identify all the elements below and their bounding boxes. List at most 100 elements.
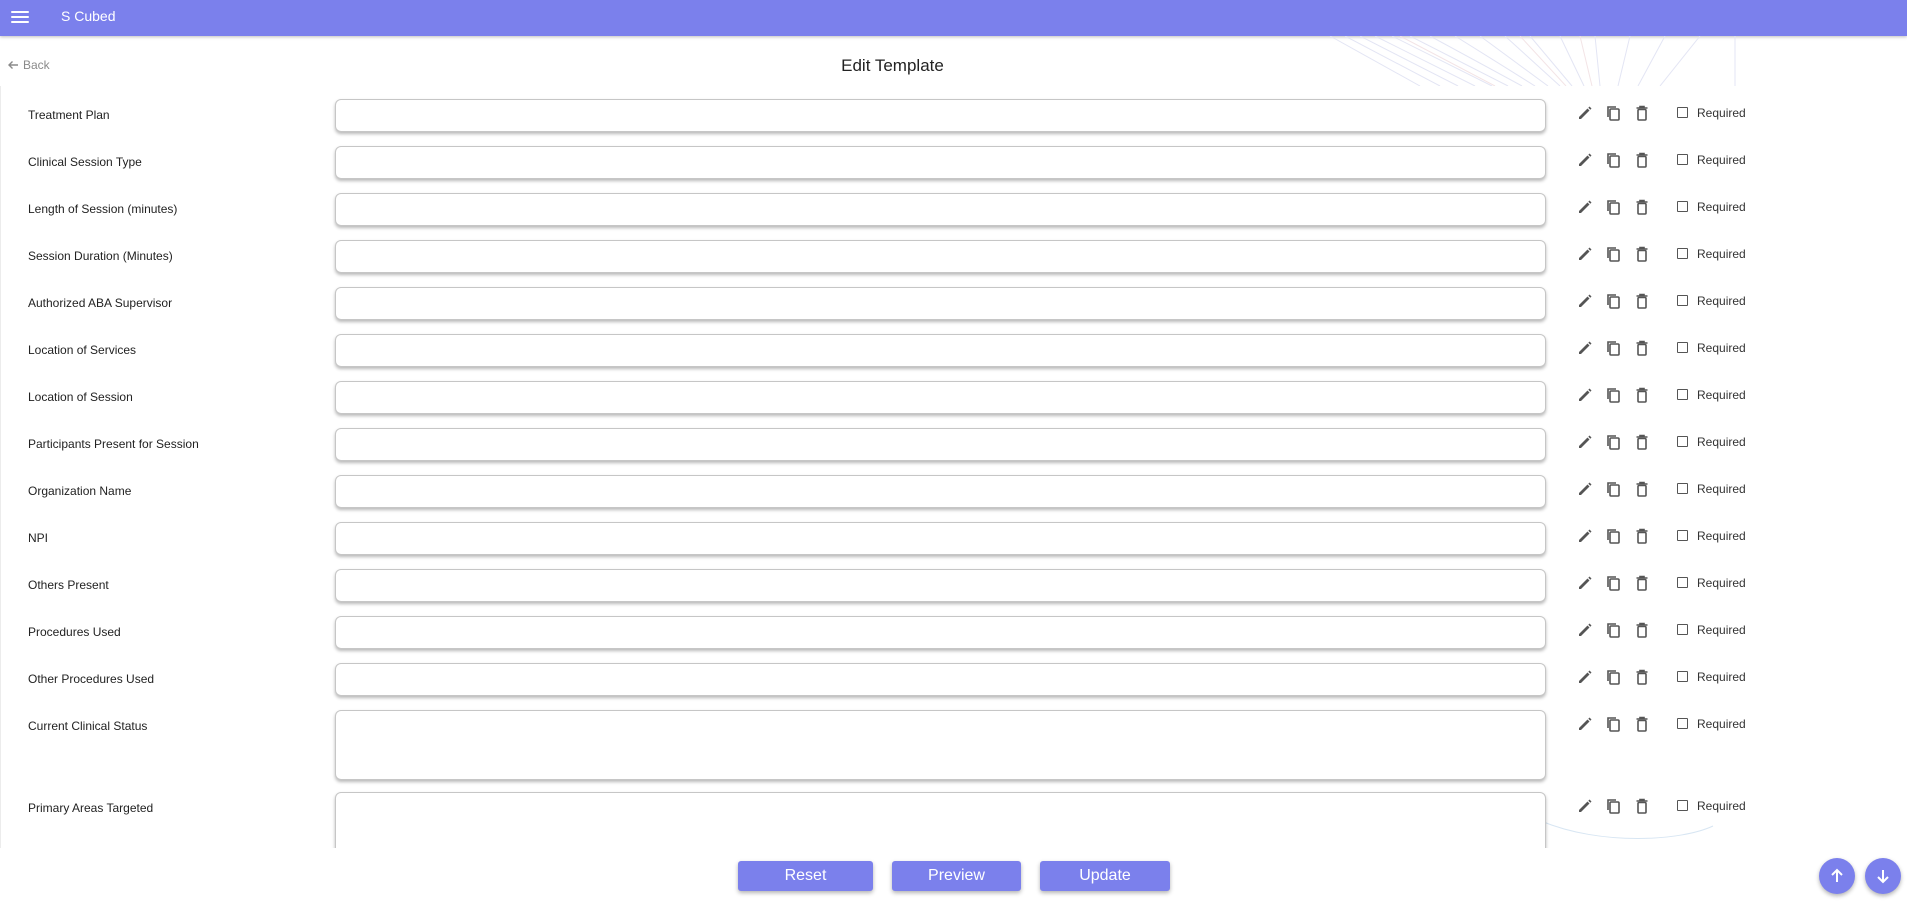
copy-icon[interactable] (1604, 292, 1622, 310)
copy-icon[interactable] (1604, 339, 1622, 357)
copy-icon[interactable] (1604, 668, 1622, 686)
edit-pencil-icon[interactable] (1576, 621, 1594, 639)
copy-icon[interactable] (1604, 480, 1622, 498)
field-input[interactable] (335, 99, 1546, 132)
required-label: Required (1697, 106, 1746, 120)
delete-trash-icon[interactable] (1633, 245, 1651, 263)
required-checkbox[interactable] (1677, 577, 1688, 588)
copy-icon[interactable] (1604, 104, 1622, 122)
copy-icon[interactable] (1604, 527, 1622, 545)
delete-trash-icon[interactable] (1633, 715, 1651, 733)
required-label: Required (1697, 623, 1746, 637)
reset-button[interactable]: Reset (738, 861, 873, 891)
delete-trash-icon[interactable] (1633, 574, 1651, 592)
edit-pencil-icon[interactable] (1576, 433, 1594, 451)
edit-pencil-icon[interactable] (1576, 198, 1594, 216)
arrow-down-icon (1877, 870, 1889, 884)
copy-icon[interactable] (1604, 574, 1622, 592)
edit-pencil-icon[interactable] (1576, 245, 1594, 263)
template-field-row: Authorized ABA Supervisor Required (1, 287, 1907, 320)
template-field-row: Length of Session (minutes) Required (1, 193, 1907, 226)
required-checkbox[interactable] (1677, 436, 1688, 447)
copy-icon[interactable] (1604, 715, 1622, 733)
copy-icon[interactable] (1604, 245, 1622, 263)
edit-pencil-icon[interactable] (1576, 527, 1594, 545)
scroll-up-button[interactable] (1819, 858, 1855, 894)
required-checkbox[interactable] (1677, 295, 1688, 306)
field-label: Primary Areas Targeted (28, 801, 154, 815)
field-label: Procedures Used (28, 625, 121, 639)
copy-icon[interactable] (1604, 621, 1622, 639)
edit-pencil-icon[interactable] (1576, 480, 1594, 498)
field-input[interactable] (335, 522, 1546, 555)
field-textarea[interactable] (335, 710, 1546, 780)
required-checkbox[interactable] (1677, 800, 1688, 811)
required-checkbox[interactable] (1677, 201, 1688, 212)
preview-button[interactable]: Preview (892, 861, 1021, 891)
field-input[interactable] (335, 663, 1546, 696)
edit-pencil-icon[interactable] (1576, 386, 1594, 404)
delete-trash-icon[interactable] (1633, 668, 1651, 686)
required-checkbox[interactable] (1677, 248, 1688, 259)
scroll-down-button[interactable] (1865, 858, 1901, 894)
delete-trash-icon[interactable] (1633, 339, 1651, 357)
template-field-row: Treatment Plan Required (1, 99, 1907, 132)
field-label: Location of Session (28, 390, 133, 404)
field-label: Participants Present for Session (28, 437, 199, 451)
hamburger-menu-icon[interactable] (11, 7, 31, 27)
delete-trash-icon[interactable] (1633, 292, 1651, 310)
edit-pencil-icon[interactable] (1576, 797, 1594, 815)
delete-trash-icon[interactable] (1633, 527, 1651, 545)
field-label: Session Duration (Minutes) (28, 249, 173, 263)
field-input[interactable] (335, 287, 1546, 320)
template-field-row: Others Present Required (1, 569, 1907, 602)
field-input[interactable] (335, 569, 1546, 602)
footer-actions: Reset Preview Update (0, 848, 1907, 902)
copy-icon[interactable] (1604, 433, 1622, 451)
delete-trash-icon[interactable] (1633, 104, 1651, 122)
edit-pencil-icon[interactable] (1576, 104, 1594, 122)
edit-pencil-icon[interactable] (1576, 715, 1594, 733)
template-field-row: Other Procedures Used Required (1, 663, 1907, 696)
copy-icon[interactable] (1604, 151, 1622, 169)
edit-pencil-icon[interactable] (1576, 668, 1594, 686)
required-checkbox[interactable] (1677, 342, 1688, 353)
delete-trash-icon[interactable] (1633, 198, 1651, 216)
required-checkbox[interactable] (1677, 154, 1688, 165)
required-checkbox[interactable] (1677, 107, 1688, 118)
edit-pencil-icon[interactable] (1576, 339, 1594, 357)
copy-icon[interactable] (1604, 198, 1622, 216)
delete-trash-icon[interactable] (1633, 621, 1651, 639)
delete-trash-icon[interactable] (1633, 797, 1651, 815)
field-input[interactable] (335, 334, 1546, 367)
field-input[interactable] (335, 240, 1546, 273)
template-field-row: Current Clinical Status Required (1, 710, 1907, 780)
delete-trash-icon[interactable] (1633, 433, 1651, 451)
delete-trash-icon[interactable] (1633, 480, 1651, 498)
delete-trash-icon[interactable] (1633, 151, 1651, 169)
edit-pencil-icon[interactable] (1576, 292, 1594, 310)
field-input[interactable] (335, 475, 1546, 508)
field-label: Others Present (28, 578, 109, 592)
edit-pencil-icon[interactable] (1576, 151, 1594, 169)
required-checkbox[interactable] (1677, 718, 1688, 729)
update-button[interactable]: Update (1040, 861, 1170, 891)
field-input[interactable] (335, 428, 1546, 461)
arrow-up-icon (1831, 868, 1843, 882)
required-label: Required (1697, 388, 1746, 402)
field-input[interactable] (335, 146, 1546, 179)
template-field-list: Treatment Plan Required Clinical Session T… (0, 86, 1907, 848)
required-checkbox[interactable] (1677, 671, 1688, 682)
field-textarea[interactable] (335, 792, 1546, 848)
copy-icon[interactable] (1604, 386, 1622, 404)
required-checkbox[interactable] (1677, 483, 1688, 494)
field-input[interactable] (335, 381, 1546, 414)
field-input[interactable] (335, 616, 1546, 649)
field-input[interactable] (335, 193, 1546, 226)
edit-pencil-icon[interactable] (1576, 574, 1594, 592)
required-checkbox[interactable] (1677, 624, 1688, 635)
required-checkbox[interactable] (1677, 389, 1688, 400)
required-checkbox[interactable] (1677, 530, 1688, 541)
delete-trash-icon[interactable] (1633, 386, 1651, 404)
copy-icon[interactable] (1604, 797, 1622, 815)
